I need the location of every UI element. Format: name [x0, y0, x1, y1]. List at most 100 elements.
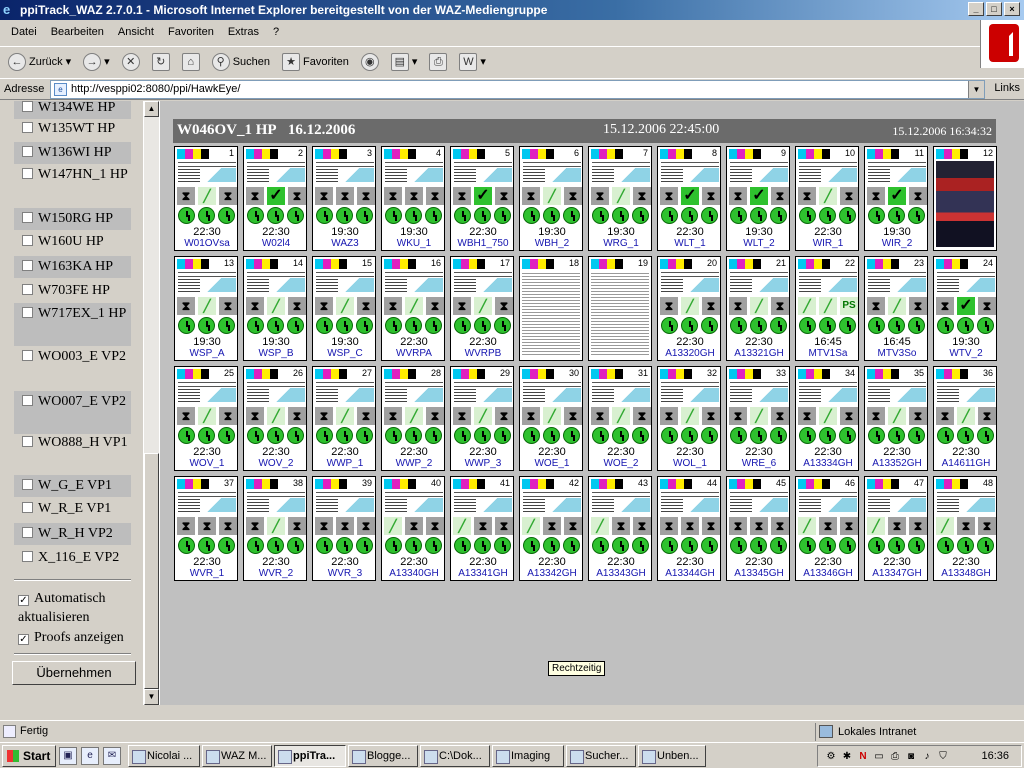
page-name-link[interactable]: A13345GH	[727, 568, 789, 579]
edition-filter-item[interactable]: WO007_E VP2	[14, 391, 131, 434]
edition-filter-item[interactable]: W147HN_1 HP	[14, 164, 131, 207]
print-button[interactable]: ⎙	[425, 50, 451, 74]
address-dropdown-button[interactable]: ▼	[968, 81, 984, 98]
page-tile[interactable]: 32 ⧗ ╱ ⧗ 22:30 WOL_1	[657, 366, 721, 471]
page-tile[interactable]: 9 ⧗ ✓ ⧗ 19:30 WLT_2	[726, 146, 790, 251]
page-tile[interactable]: 10 ⧗ ╱ ⧗ 22:30 WIR_1	[795, 146, 859, 251]
page-tile[interactable]: 3 ⧗ ⧗ ⧗ 19:30 WAZ3	[312, 146, 376, 251]
taskbar-window-button[interactable]: Blogge...	[348, 744, 418, 767]
page-name-link[interactable]: A13343GH	[589, 568, 651, 579]
auto-refresh-checkbox[interactable]: ✓	[18, 595, 29, 606]
page-tile[interactable]: 26 ⧗ ╱ ⧗ 22:30 WOV_2	[243, 366, 307, 471]
edition-filter-item[interactable]: W_R_E VP1	[14, 498, 131, 520]
page-name-link[interactable]: A13334GH	[796, 458, 858, 469]
page-name-link[interactable]: WRG_1	[589, 238, 651, 249]
printer-icon[interactable]: ⎙	[888, 750, 902, 764]
stop-button[interactable]: ✕	[118, 50, 144, 74]
quicklaunch-outlook-icon[interactable]: ✉	[103, 746, 121, 765]
page-name-link[interactable]: WSP_A	[175, 348, 237, 359]
forward-button[interactable]: → ▾	[79, 50, 114, 74]
page-tile[interactable]: 28 ⧗ ╱ ⧗ 22:30 WWP_2	[381, 366, 445, 471]
edition-filter-item[interactable]: W136WI HP	[14, 142, 131, 164]
edition-checkbox[interactable]	[22, 122, 33, 133]
page-name-link[interactable]: A13321GH	[727, 348, 789, 359]
page-tile[interactable]: 48 ╱ ⧗ ⧗ 22:30 A13348GH	[933, 476, 997, 581]
page-tile[interactable]: 45 ⧗ ⧗ ⧗ 22:30 A13345GH	[726, 476, 790, 581]
page-name-link[interactable]: A13342GH	[520, 568, 582, 579]
home-button[interactable]: ⌂	[178, 50, 204, 74]
minimize-button[interactable]: _	[968, 2, 984, 16]
page-name-link[interactable]: A14611GH	[934, 458, 996, 469]
edition-filter-item[interactable]: W134WE HP	[14, 101, 131, 119]
page-name-link[interactable]: WVRPB	[451, 348, 513, 359]
page-name-link[interactable]: A13348GH	[934, 568, 996, 579]
history-button[interactable]: ▤ ▾	[387, 50, 422, 74]
page-tile[interactable]: 7 ⧗ ╱ ⧗ 19:30 WRG_1	[588, 146, 652, 251]
page-name-link[interactable]: WLT_1	[658, 238, 720, 249]
page-name-link[interactable]: WOL_1	[658, 458, 720, 469]
menu-datei[interactable]: Datei	[4, 26, 44, 38]
edition-checkbox[interactable]	[22, 284, 33, 295]
norton-icon[interactable]: N	[856, 750, 870, 764]
page-tile[interactable]: 11 ⧗ ✓ ⧗ 19:30 WIR_2	[864, 146, 928, 251]
scroll-down-button[interactable]: ▼	[144, 689, 159, 705]
page-name-link[interactable]: WOV_1	[175, 458, 237, 469]
taskbar-window-button[interactable]: ppiTra...	[274, 744, 346, 767]
taskbar-window-button[interactable]: WAZ M...	[202, 744, 272, 767]
page-tile[interactable]: 15 ⧗ ╱ ⧗ 19:30 WSP_C	[312, 256, 376, 361]
edition-checkbox[interactable]	[22, 168, 33, 179]
page-tile[interactable]: 24 ⧗ ✓ ⧗ 19:30 WTV_2	[933, 256, 997, 361]
page-name-link[interactable]: MTV3So	[865, 348, 927, 359]
page-name-link[interactable]: WSP_B	[244, 348, 306, 359]
page-name-link[interactable]: WKU_1	[382, 238, 444, 249]
edition-filter-item[interactable]: W_G_E VP1	[14, 475, 131, 497]
edition-filter-item[interactable]: W150RG HP	[14, 208, 131, 230]
page-name-link[interactable]: WOE_1	[520, 458, 582, 469]
edition-filter-item[interactable]: W717EX_1 HP	[14, 303, 131, 346]
edition-checkbox[interactable]	[22, 479, 33, 490]
page-tile[interactable]: 1 ⧗ ╱ ⧗ 22:30 W01OVsa	[174, 146, 238, 251]
edition-checkbox[interactable]	[22, 212, 33, 223]
menu-extras[interactable]: Extras	[221, 26, 266, 38]
links-button[interactable]: Links	[994, 82, 1020, 94]
page-tile[interactable]: 36 ⧗ ╱ ⧗ 22:30 A14611GH	[933, 366, 997, 471]
page-tile[interactable]: 39 ⧗ ⧗ ⧗ 22:30 WVR_3	[312, 476, 376, 581]
menu-bearbeiten[interactable]: Bearbeiten	[44, 26, 111, 38]
page-tile[interactable]: 18	[519, 256, 583, 361]
scroll-thumb[interactable]	[144, 453, 159, 689]
page-preview-image[interactable]	[591, 271, 649, 357]
taskbar-window-button[interactable]: Sucher...	[566, 744, 636, 767]
edition-checkbox[interactable]	[22, 146, 33, 157]
taskbar-window-button[interactable]: Unben...	[638, 744, 706, 767]
page-tile[interactable]: 13 ⧗ ╱ ⧗ 19:30 WSP_A	[174, 256, 238, 361]
page-tile[interactable]: 37 ⧗ ⧗ ⧗ 22:30 WVR_1	[174, 476, 238, 581]
page-tile[interactable]: 5 ⧗ ✓ ⧗ 22:30 WBH1_750	[450, 146, 514, 251]
scroll-up-button[interactable]: ▲	[144, 101, 159, 117]
edition-checkbox[interactable]	[22, 307, 33, 318]
edition-checkbox[interactable]	[22, 436, 33, 447]
start-button[interactable]: Start	[2, 744, 56, 767]
page-tile[interactable]: 29 ⧗ ╱ ⧗ 22:30 WWP_3	[450, 366, 514, 471]
address-input[interactable]: e http://vesppi02:8080/ppi/HawkEye/ ▼	[50, 80, 985, 99]
page-tile[interactable]: 34 ⧗ ╱ ⧗ 22:30 A13334GH	[795, 366, 859, 471]
page-tile[interactable]: 20 ⧗ ╱ ⧗ 22:30 A13320GH	[657, 256, 721, 361]
maximize-button[interactable]: □	[986, 2, 1002, 16]
page-name-link[interactable]: WLT_2	[727, 238, 789, 249]
taskbar-window-button[interactable]: Nicolai ...	[128, 744, 200, 767]
page-name-link[interactable]: WOV_2	[244, 458, 306, 469]
gear-icon[interactable]: ✱	[840, 750, 854, 764]
page-name-link[interactable]: WSP_C	[313, 348, 375, 359]
page-name-link[interactable]: WVR_3	[313, 568, 375, 579]
page-tile[interactable]: 46 ╱ ⧗ ⧗ 22:30 A13346GH	[795, 476, 859, 581]
edition-checkbox[interactable]	[22, 502, 33, 513]
menu-ansicht[interactable]: Ansicht	[111, 26, 161, 38]
page-name-link[interactable]: A13346GH	[796, 568, 858, 579]
page-tile[interactable]: 44 ⧗ ⧗ ⧗ 22:30 A13344GH	[657, 476, 721, 581]
page-tile[interactable]: 30 ⧗ ╱ ⧗ 22:30 WOE_1	[519, 366, 583, 471]
display-icon[interactable]: ◙	[904, 750, 918, 764]
edition-checkbox[interactable]	[22, 551, 33, 562]
page-name-link[interactable]: A13340GH	[382, 568, 444, 579]
page-tile[interactable]: 27 ⧗ ╱ ⧗ 22:30 WWP_1	[312, 366, 376, 471]
page-preview-image[interactable]	[522, 271, 580, 357]
page-tile[interactable]: 14 ⧗ ╱ ⧗ 19:30 WSP_B	[243, 256, 307, 361]
